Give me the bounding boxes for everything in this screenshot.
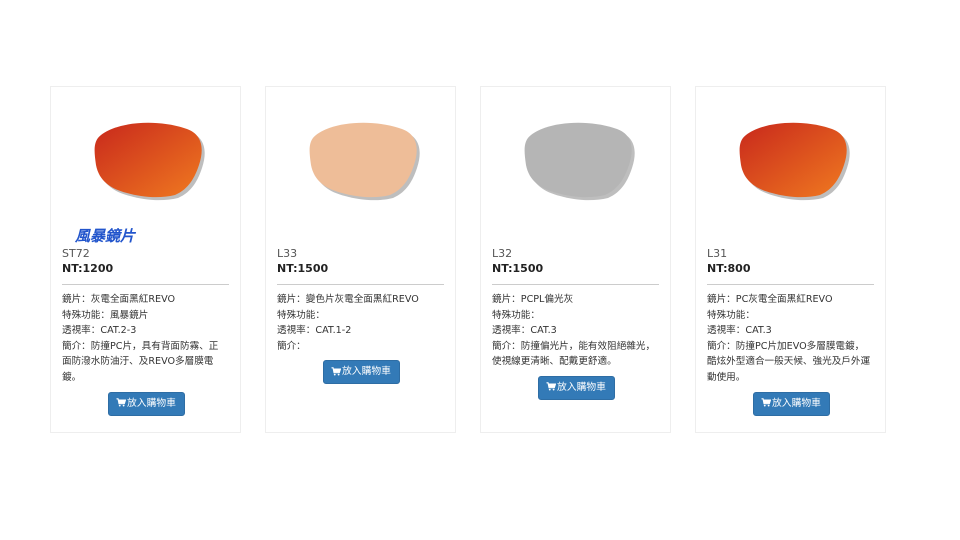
- add-to-cart-button[interactable]: 放入購物車: [322, 360, 400, 385]
- product-price: NT:1500: [492, 262, 544, 275]
- shopping-cart-icon: [546, 382, 556, 391]
- detail-line: 透視率：CAT.3: [707, 325, 772, 337]
- shopping-cart-icon: [116, 398, 126, 407]
- lens-image: [304, 117, 420, 201]
- detail-line: 使視線更清晰、配戴更舒適。: [492, 356, 617, 368]
- product-price: NT:1500: [277, 262, 329, 275]
- detail-line: 鏡片：PCPL偏光灰: [492, 294, 574, 305]
- product-model: L32: [492, 247, 513, 260]
- add-to-cart-button[interactable]: 放入購物車: [752, 391, 830, 416]
- product-model: ST72: [62, 247, 90, 260]
- detail-line: 透視率：CAT.3: [492, 325, 557, 337]
- product-card: L31 NT:800 鏡片：PC灰電全面黑紅REVO 特殊功能： 透視率：CAT.3 簡介…: [695, 86, 886, 433]
- divider: [707, 284, 874, 285]
- divider: [277, 284, 444, 285]
- product-card: L33 NT:1500 鏡片：變色片灰電全面黑紅REVO 特殊功能： 透視率：CAT.1…: [265, 86, 456, 433]
- lens-image: [89, 117, 205, 201]
- product-details: 鏡片：灰電全面黑紅REVO 特殊功能：風暴鏡片 透視率：CAT.2-3 簡介：防撞PC…: [62, 292, 230, 416]
- product-card: 風暴鏡片 ST72 NT:1200 鏡片：灰電全面黑紅REVO 特殊功能：風暴鏡片 透視率…: [50, 86, 241, 433]
- product-details: 鏡片：PCPL偏光灰 特殊功能： 透視率：CAT.3 簡介：防撞偏光片，能有效阻絕雜光…: [492, 292, 660, 400]
- lens-image: [734, 117, 850, 201]
- product-details: 鏡片：變色片灰電全面黑紅REVO 特殊功能： 透視率：CAT.1-2 簡介： 放入購物車: [277, 292, 445, 385]
- detail-line: 鏡片：變色片灰電全面黑紅REVO: [277, 294, 419, 305]
- detail-line: 特殊功能：: [492, 309, 540, 321]
- detail-line: 動使用。: [707, 371, 746, 383]
- product-price: NT:1200: [62, 262, 114, 275]
- detail-line: 特殊功能：: [707, 309, 755, 321]
- product-tag: 風暴鏡片: [75, 227, 136, 245]
- add-to-cart-label: 放入購物車: [557, 381, 606, 393]
- detail-line: 透視率：CAT.2-3: [62, 325, 137, 337]
- detail-line: 簡介：防撞PC片加EVO多層膜電鍍，: [707, 340, 865, 352]
- shopping-cart-icon: [761, 398, 771, 407]
- lens-image: [519, 117, 635, 201]
- detail-line: 鏡片：灰電全面黑紅REVO: [62, 294, 176, 305]
- detail-line: 酷炫外型適合一般天候、強光及戶外運: [707, 356, 871, 368]
- product-details: 鏡片：PC灰電全面黑紅REVO 特殊功能： 透視率：CAT.3 簡介：防撞PC片加EV…: [707, 292, 875, 416]
- detail-line: 特殊功能：風暴鏡片: [62, 309, 149, 321]
- add-to-cart-label: 放入購物車: [127, 397, 176, 409]
- shopping-cart-icon: [331, 367, 341, 376]
- product-model: L31: [707, 247, 728, 260]
- add-to-cart-button[interactable]: 放入購物車: [537, 375, 615, 400]
- product-model: L33: [277, 247, 298, 260]
- add-to-cart-button[interactable]: 放入購物車: [107, 391, 185, 416]
- detail-line: 鍍。: [62, 371, 82, 383]
- product-card: L32 NT:1500 鏡片：PCPL偏光灰 特殊功能： 透視率：CAT.3 簡介：防撞偏…: [480, 86, 671, 433]
- product-price: NT:800: [707, 262, 751, 275]
- detail-line: 簡介：防撞PC片，具有背面防霧、正: [62, 340, 219, 352]
- detail-line: 面防潑水防油汙、及REVO多層膜電: [62, 356, 214, 368]
- detail-line: 簡介：防撞偏光片，能有效阻絕雜光，: [492, 340, 656, 352]
- divider: [492, 284, 659, 285]
- detail-line: 透視率：CAT.1-2: [277, 325, 352, 337]
- divider: [62, 284, 229, 285]
- detail-line: 簡介：: [277, 340, 306, 352]
- detail-line: 特殊功能：: [277, 309, 325, 321]
- add-to-cart-label: 放入購物車: [772, 397, 821, 409]
- add-to-cart-label: 放入購物車: [342, 366, 391, 378]
- detail-line: 鏡片：PC灰電全面黑紅REVO: [707, 294, 833, 305]
